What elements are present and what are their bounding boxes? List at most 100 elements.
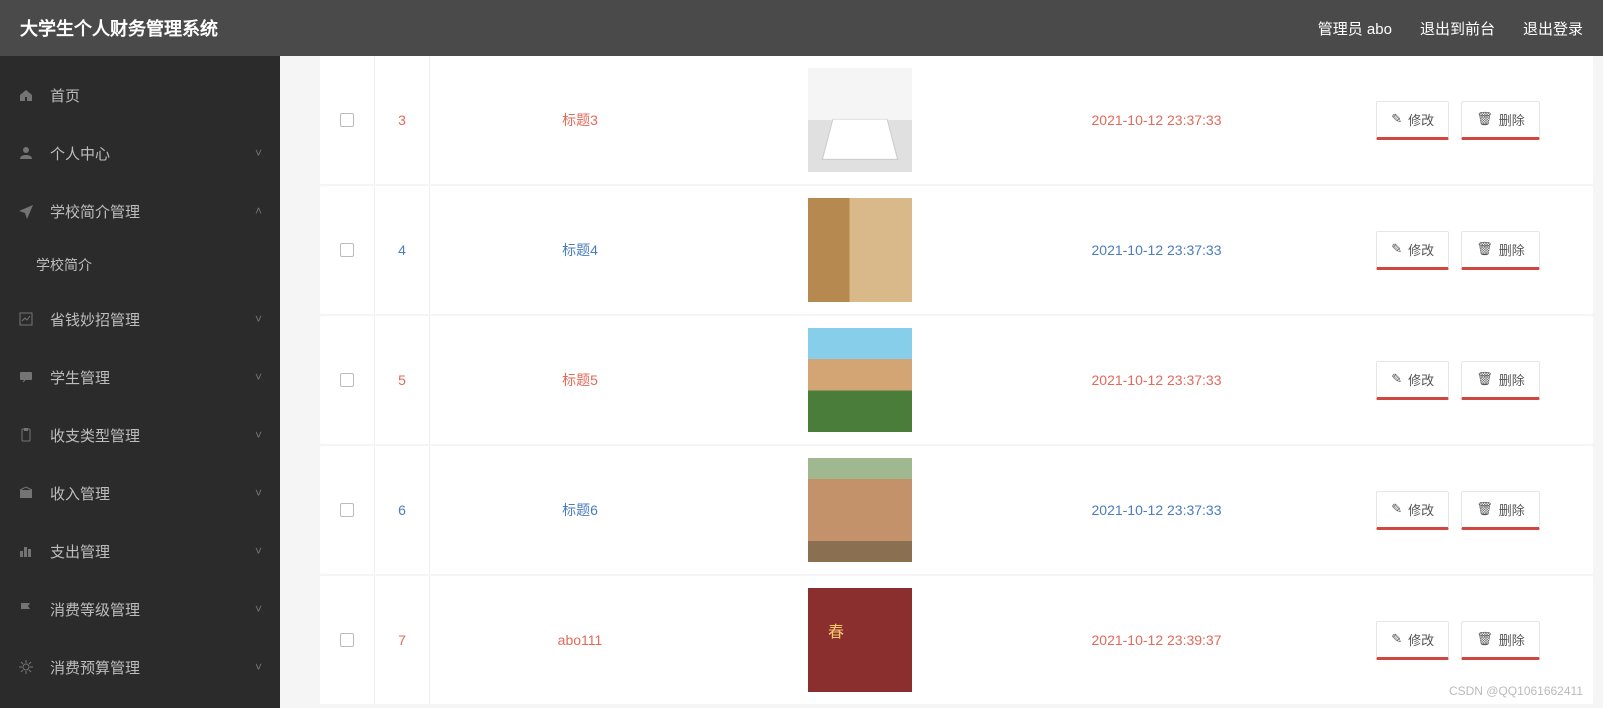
box-icon <box>18 485 40 501</box>
sidebar-item-label: 个人中心 <box>50 143 110 164</box>
trash-icon: 🗑 <box>1476 631 1493 647</box>
chevron-up-icon: ˄ <box>255 204 262 218</box>
row-time: 2021-10-12 23:37:33 <box>990 372 1323 388</box>
row-id: 3 <box>375 56 430 184</box>
table-row: 5 标题5 2021-10-12 23:37:33 ✎ 修改 🗑 删除 <box>320 316 1593 444</box>
sidebar-item-1[interactable]: 个人中心 ˅ <box>0 124 280 182</box>
sidebar-item-9[interactable]: 消费等级管理˅ <box>0 580 280 638</box>
sidebar-item-label: 省钱妙招管理 <box>50 309 140 330</box>
row-time: 2021-10-12 23:37:33 <box>990 242 1323 258</box>
user-icon <box>18 145 40 161</box>
sidebar-item-6[interactable]: 收支类型管理 ˅ <box>0 406 280 464</box>
logout-button[interactable]: 退出登录 <box>1523 18 1583 39</box>
sidebar-item-5[interactable]: 学生管理 ˅ <box>0 348 280 406</box>
chevron-down-icon: ˅ <box>255 370 262 384</box>
edit-icon: ✎ <box>1391 631 1402 647</box>
sidebar-item-label: 学生管理 <box>50 367 110 388</box>
chevron-down-icon: ˅ <box>255 486 262 500</box>
sidebar-item-10[interactable]: 消费预算管理˅ <box>0 638 280 696</box>
sidebar-sub-item[interactable]: 学校简介 <box>0 240 280 290</box>
edit-label: 修改 <box>1408 370 1434 389</box>
sidebar-item-8[interactable]: 支出管理˅ <box>0 522 280 580</box>
row-checkbox[interactable] <box>340 503 354 517</box>
exit-front-button[interactable]: 退出到前台 <box>1420 18 1495 39</box>
delete-button[interactable]: 🗑 删除 <box>1461 491 1540 530</box>
row-checkbox[interactable] <box>340 633 354 647</box>
row-actions: ✎ 修改 🗑 删除 <box>1323 101 1593 140</box>
edit-icon: ✎ <box>1391 501 1402 517</box>
chevron-down-icon: ˅ <box>255 312 262 326</box>
data-table: 3 标题3 2021-10-12 23:37:33 ✎ 修改 🗑 删除 4 标题… <box>320 56 1593 704</box>
chevron-down-icon: ˅ <box>255 146 262 160</box>
row-id: 4 <box>375 186 430 314</box>
sidebar-item-7[interactable]: 收入管理 ˅ <box>0 464 280 522</box>
row-actions: ✎ 修改 🗑 删除 <box>1323 491 1593 530</box>
row-checkbox-cell <box>320 186 375 314</box>
send-icon <box>18 203 40 219</box>
table-row: 7 abo111 2021-10-12 23:39:37 ✎ 修改 🗑 删除 <box>320 576 1593 704</box>
sidebar-item-label: 首页 <box>50 85 80 106</box>
edit-button[interactable]: ✎ 修改 <box>1376 491 1449 530</box>
row-thumbnail <box>808 458 912 562</box>
edit-button[interactable]: ✎ 修改 <box>1376 101 1449 140</box>
row-checkbox-cell <box>320 576 375 704</box>
delete-button[interactable]: 🗑 删除 <box>1461 101 1540 140</box>
row-thumbnail <box>808 198 912 302</box>
row-checkbox[interactable] <box>340 373 354 387</box>
main-content: 3 标题3 2021-10-12 23:37:33 ✎ 修改 🗑 删除 4 标题… <box>280 56 1603 708</box>
edit-icon: ✎ <box>1391 241 1402 257</box>
row-picture-cell <box>730 68 990 172</box>
user-label[interactable]: 管理员 abo <box>1318 18 1392 39</box>
edit-button[interactable]: ✎ 修改 <box>1376 621 1449 660</box>
delete-label: 删除 <box>1499 500 1525 519</box>
edit-button[interactable]: ✎ 修改 <box>1376 231 1449 270</box>
delete-label: 删除 <box>1499 370 1525 389</box>
row-actions: ✎ 修改 🗑 删除 <box>1323 621 1593 660</box>
watermark: CSDN @QQ1061662411 <box>1449 684 1583 698</box>
row-checkbox[interactable] <box>340 113 354 127</box>
delete-button[interactable]: 🗑 删除 <box>1461 361 1540 400</box>
msg-icon <box>18 369 40 385</box>
row-checkbox[interactable] <box>340 243 354 257</box>
row-time: 2021-10-12 23:37:33 <box>990 502 1323 518</box>
sidebar-item-0[interactable]: 首页 <box>0 66 280 124</box>
chart-icon <box>18 311 40 327</box>
delete-button[interactable]: 🗑 删除 <box>1461 621 1540 660</box>
trash-icon: 🗑 <box>1476 501 1493 517</box>
sidebar-item-label: 收入管理 <box>50 483 110 504</box>
edit-label: 修改 <box>1408 240 1434 259</box>
row-actions: ✎ 修改 🗑 删除 <box>1323 231 1593 270</box>
header: 大学生个人财务管理系统 管理员 abo 退出到前台 退出登录 <box>0 0 1603 56</box>
delete-button[interactable]: 🗑 删除 <box>1461 231 1540 270</box>
sidebar-item-4[interactable]: 省钱妙招管理 ˅ <box>0 290 280 348</box>
bar-icon <box>18 543 40 559</box>
sidebar-item-label: 消费预算管理 <box>50 657 140 678</box>
row-checkbox-cell <box>320 446 375 574</box>
sidebar: 首页 个人中心 ˅ 学校简介管理˄ 学校简介 省钱妙招管理 ˅ 学生管理 ˅ 收支类型… <box>0 56 280 708</box>
delete-label: 删除 <box>1499 110 1525 129</box>
row-id: 6 <box>375 446 430 574</box>
row-checkbox-cell <box>320 56 375 184</box>
delete-label: 删除 <box>1499 240 1525 259</box>
edit-icon: ✎ <box>1391 111 1402 127</box>
row-thumbnail <box>808 328 912 432</box>
edit-button[interactable]: ✎ 修改 <box>1376 361 1449 400</box>
edit-label: 修改 <box>1408 500 1434 519</box>
sidebar-item-label: 收支类型管理 <box>50 425 140 446</box>
row-picture-cell <box>730 588 990 692</box>
row-thumbnail <box>808 588 912 692</box>
sidebar-item-2[interactable]: 学校简介管理˄ <box>0 182 280 240</box>
row-checkbox-cell <box>320 316 375 444</box>
row-actions: ✎ 修改 🗑 删除 <box>1323 361 1593 400</box>
row-time: 2021-10-12 23:39:37 <box>990 632 1323 648</box>
chevron-down-icon: ˅ <box>255 602 262 616</box>
trash-icon: 🗑 <box>1476 241 1493 257</box>
edit-label: 修改 <box>1408 110 1434 129</box>
clip-icon <box>18 427 40 443</box>
chevron-down-icon: ˅ <box>255 428 262 442</box>
row-id: 5 <box>375 316 430 444</box>
row-title: 标题3 <box>430 110 730 130</box>
chevron-down-icon: ˅ <box>255 544 262 558</box>
trash-icon: 🗑 <box>1476 371 1493 387</box>
row-title: abo111 <box>430 632 730 648</box>
